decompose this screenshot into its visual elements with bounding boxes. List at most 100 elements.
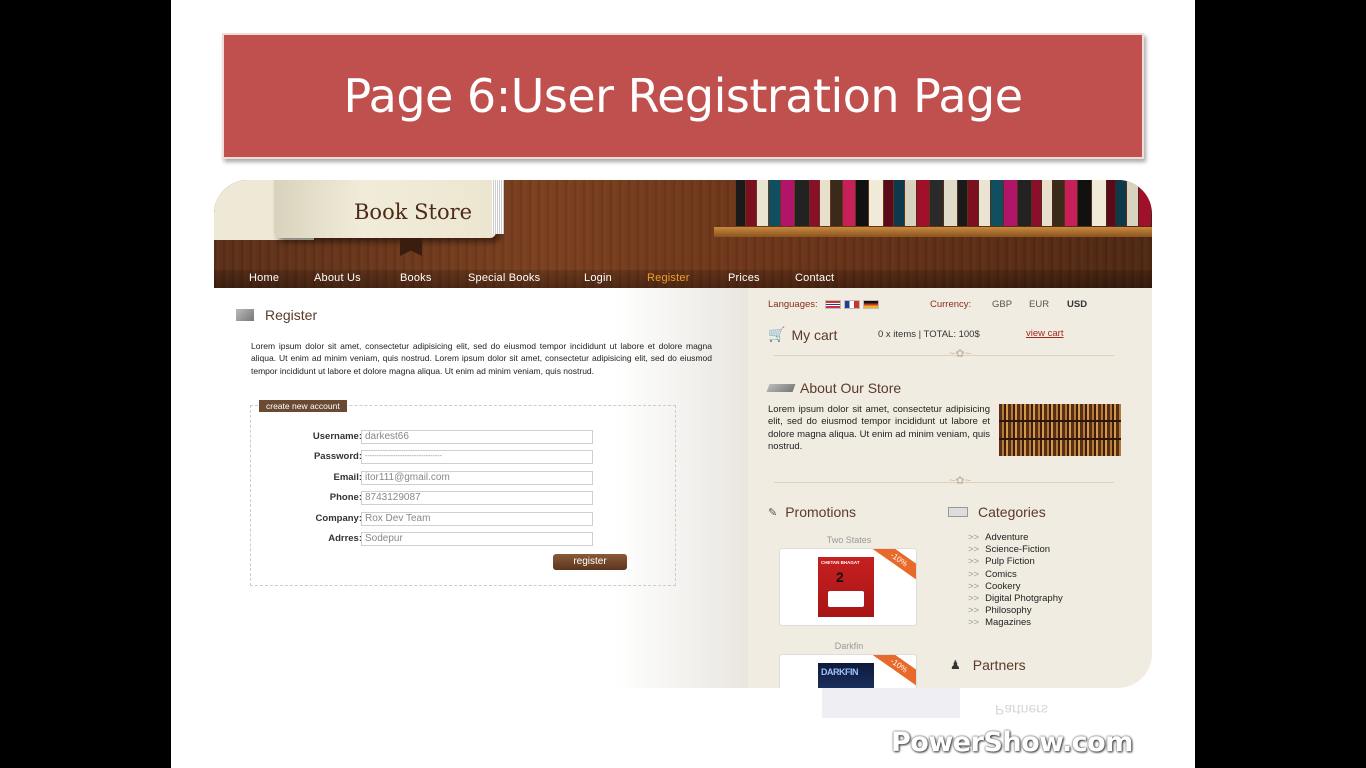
nav-books[interactable]: Books [400, 272, 432, 284]
category-item[interactable]: >> Comics [968, 569, 1063, 581]
languages-label: Languages: [768, 299, 818, 310]
bullet-arrow-icon: >> [968, 593, 980, 605]
promotions-title: Promotions [785, 504, 857, 520]
book-spine [745, 180, 756, 226]
book-spine [820, 180, 830, 226]
discount-badge: -10% [869, 655, 916, 688]
nav-login[interactable]: Login [584, 272, 612, 284]
view-cart-link[interactable]: view cart [1026, 328, 1063, 339]
category-item[interactable]: >> Philosophy [968, 605, 1063, 617]
book-spine [968, 180, 979, 226]
book-spine [1017, 180, 1032, 226]
uk-flag-icon[interactable] [824, 300, 841, 309]
phone-label: Phone: [329, 492, 362, 503]
book-spine [943, 180, 958, 226]
form-row-email: Email: itor111@gmail.com [251, 471, 677, 485]
nav-about-us[interactable]: About Us [314, 272, 361, 284]
categories-title: Categories [978, 504, 1046, 520]
book-spine [1106, 180, 1116, 226]
categories-list: >> Adventure >> Science-Fiction >> Pulp Fic… [968, 532, 1063, 630]
book-spine [810, 180, 819, 226]
promo-name[interactable]: Two States [794, 535, 904, 545]
book-spine [958, 180, 968, 226]
bullet-arrow-icon: >> [968, 532, 980, 543]
slide: Page 6:User Registration Page Book Store… [171, 0, 1195, 768]
category-item[interactable]: >> Cookery [968, 581, 1063, 593]
nav-home[interactable]: Home [249, 272, 279, 284]
category-item[interactable]: >> Science-Fiction [968, 544, 1063, 556]
bullet-arrow-icon: >> [968, 556, 980, 568]
watermark: PowerShow.com [891, 727, 1133, 758]
username-input[interactable]: darkest66 [361, 430, 593, 444]
partners-title: Partners [972, 657, 1026, 673]
book-spine [929, 180, 943, 226]
category-label: Pulp Fiction [985, 556, 1035, 568]
promo-card[interactable]: DARKFIN -10% [779, 654, 917, 688]
germany-flag-icon[interactable] [862, 300, 879, 309]
ornament-icon: ~✿~ [948, 348, 972, 360]
tag-icon: ✎ [768, 506, 778, 519]
logo-text: Book Store [354, 200, 473, 224]
form-legend: create new account [259, 400, 347, 412]
address-input[interactable]: Sodepur [361, 532, 593, 546]
currency-usd[interactable]: USD [1067, 299, 1087, 310]
slide-title: Page 6:User Registration Page [343, 69, 1023, 123]
sidebar: Languages: Currency: GBP EUR USD 🛒 My ca… [748, 288, 1152, 688]
about-heading: About Our Store [766, 380, 901, 396]
ornament-icon: ~✿~ [948, 475, 972, 487]
register-section: Register Lorem ipsum dolor sit amet, con… [214, 288, 748, 688]
promo-card[interactable]: CHETAN BHAGAT 2 -10% [779, 548, 917, 626]
book-spine [1139, 180, 1152, 226]
france-flag-icon[interactable] [843, 300, 860, 309]
bookshelf-graphic [714, 180, 1152, 237]
username-label: Username: [312, 431, 362, 442]
category-item[interactable]: >> Magazines [968, 617, 1063, 629]
category-item[interactable]: >> Pulp Fiction [968, 556, 1063, 568]
book-spine [884, 180, 894, 226]
registration-form: create new account Username: darkest66 P… [250, 400, 677, 586]
bullet-arrow-icon: >> [968, 580, 980, 592]
nav-register[interactable]: Register [647, 272, 690, 284]
logo-book-graphic[interactable]: Book Store [274, 180, 504, 238]
form-row-password: Password: ------------------------------… [251, 450, 677, 464]
password-input[interactable]: --------------------------------- [361, 450, 593, 464]
reflection-card [822, 688, 960, 718]
promo-name[interactable]: Darkfin [794, 641, 904, 651]
nav-prices[interactable]: Prices [728, 272, 760, 284]
category-item[interactable]: >> Adventure [968, 532, 1063, 544]
password-label: Password: [313, 451, 362, 462]
categories-heading: Categories [948, 504, 1046, 520]
book-spine [736, 180, 745, 226]
book-spine [1003, 180, 1017, 226]
form-row-company: Company: Rox Dev Team [251, 512, 677, 526]
email-input[interactable]: itor111@gmail.com [361, 471, 593, 485]
company-input[interactable]: Rox Dev Team [361, 512, 593, 526]
currency-gbp[interactable]: GBP [992, 299, 1012, 310]
category-label: Comics [985, 568, 1017, 580]
form-row-address: Adrres: Sodepur [251, 532, 677, 546]
cart-icon: 🛒 [768, 326, 786, 342]
form-row-username: Username: darkest66 [251, 430, 677, 444]
nav-contact[interactable]: Contact [795, 272, 834, 284]
currency-label: Currency: [930, 299, 972, 310]
slide-title-banner: Page 6:User Registration Page [222, 33, 1144, 159]
cart-title: My cart [791, 326, 838, 343]
bullet-arrow-icon: >> [968, 605, 980, 617]
category-item[interactable]: >> Digital Photgraphy [968, 593, 1063, 605]
cart-info: 0 x items | TOTAL: 100$ [878, 329, 980, 340]
email-label: Email: [333, 472, 362, 483]
nav-special-books[interactable]: Special Books [468, 272, 540, 284]
book-spine [795, 180, 810, 226]
register-button[interactable]: register [553, 554, 627, 570]
company-label: Company: [315, 513, 362, 524]
partners-heading: ♟ Partners [950, 657, 1026, 673]
discount-badge: -10% [869, 549, 916, 583]
reflection-text: Partners [995, 702, 1048, 718]
category-label: Cookery [985, 580, 1021, 592]
card-icon [948, 507, 968, 517]
phone-input[interactable]: 8743129087 [361, 491, 593, 505]
about-text: Lorem ipsum dolor sit amet, consectetur … [768, 404, 990, 452]
currency-eur[interactable]: EUR [1029, 299, 1049, 310]
book-spine [756, 180, 768, 226]
book-spine [842, 180, 855, 226]
